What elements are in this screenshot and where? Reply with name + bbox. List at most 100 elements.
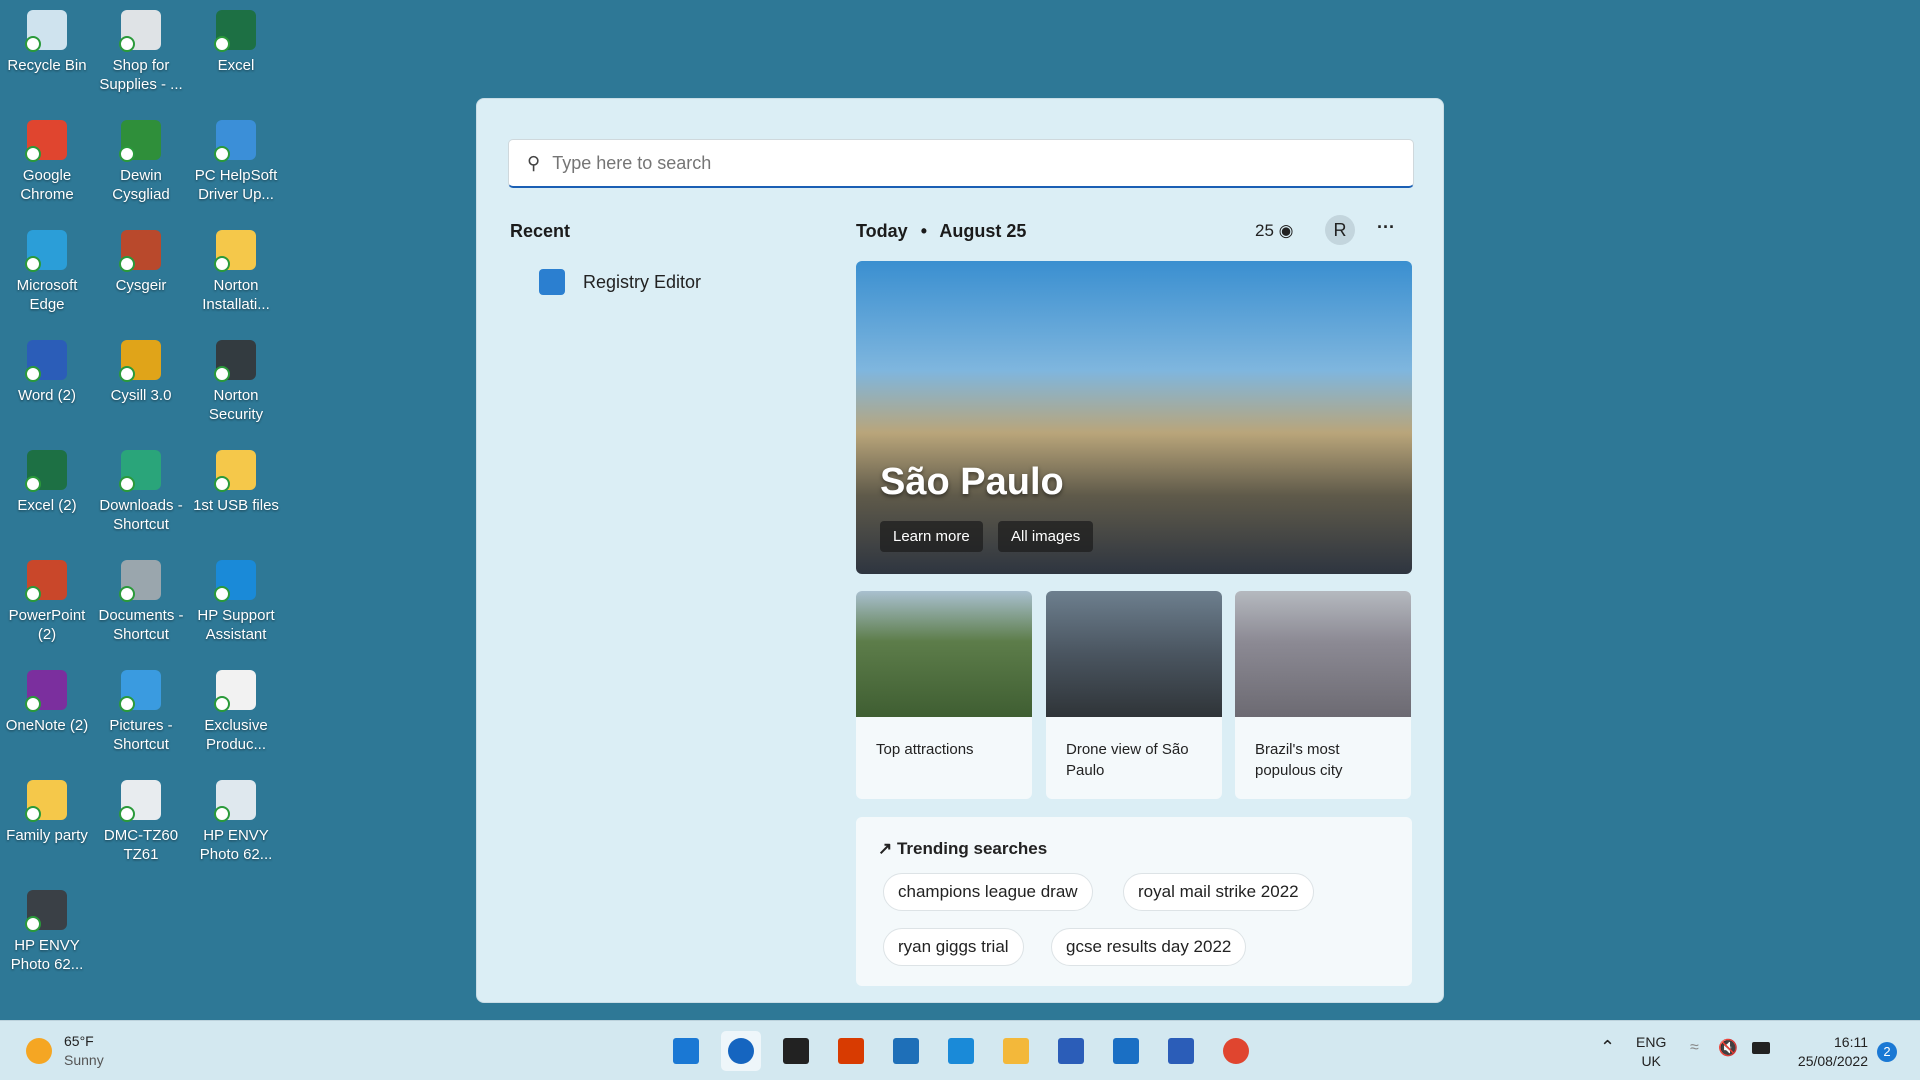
medal-icon: ◉ — [1278, 221, 1294, 240]
desktop-icon[interactable]: Cysgeir — [94, 230, 188, 295]
trending-chip[interactable]: royal mail strike 2022 — [1123, 873, 1314, 911]
app-icon — [119, 450, 161, 492]
recent-item-label: Registry Editor — [583, 271, 702, 292]
desktop-icon[interactable]: Excel — [189, 10, 283, 75]
desktop-icon[interactable]: Norton Installati... — [189, 230, 283, 314]
desktop-icon[interactable]: DMC-TZ60 TZ61 — [94, 780, 188, 864]
sync-check-icon — [25, 806, 41, 822]
weather-widget[interactable]: 65°F Sunny — [26, 1032, 104, 1070]
desktop-icon[interactable]: Google Chrome — [0, 120, 94, 204]
taskbar-search-button[interactable] — [721, 1031, 761, 1071]
desktop-icon[interactable]: Family party — [0, 780, 94, 845]
hero-image-card[interactable]: São Paulo Learn more All images — [856, 261, 1412, 574]
search-box[interactable]: ⚲ — [508, 139, 1414, 188]
desktop-icon-label: Norton Security — [208, 387, 264, 423]
office-icon — [838, 1038, 864, 1064]
language-indicator[interactable]: ENG UK — [1636, 1033, 1666, 1071]
taskbar-file-explorer-button[interactable] — [996, 1031, 1036, 1071]
tile-image — [856, 591, 1032, 717]
clock[interactable]: 16:11 25/08/2022 — [1784, 1033, 1868, 1071]
app-icon — [25, 450, 67, 492]
all-images-button[interactable]: All images — [998, 521, 1094, 552]
desktop-icon-label: Cysill 3.0 — [110, 387, 172, 404]
desktop-icon[interactable]: Exclusive Produc... — [189, 670, 283, 754]
desktop-icon[interactable]: HP ENVY Photo 62... — [0, 890, 94, 974]
today-header: Today • August 25 — [856, 221, 1026, 242]
date: 25/08/2022 — [1797, 1053, 1868, 1069]
desktop-icon-label: Exclusive Produc... — [204, 717, 268, 753]
taskbar-mail-button[interactable] — [1106, 1031, 1146, 1071]
sync-check-icon — [119, 366, 135, 382]
tile-image — [1235, 591, 1411, 717]
app-icon — [119, 560, 161, 602]
today-label: Today — [856, 221, 908, 241]
registry-editor-icon — [539, 269, 565, 295]
desktop-icon[interactable]: HP ENVY Photo 62... — [189, 780, 283, 864]
desktop-icon[interactable]: Excel (2) — [0, 450, 94, 515]
sync-check-icon — [214, 256, 230, 272]
show-hidden-icons-button[interactable]: ⌃ — [1600, 1037, 1615, 1058]
tile-top-attractions[interactable]: Top attractions — [856, 591, 1032, 799]
taskbar-word-button[interactable] — [1161, 1031, 1201, 1071]
desktop-icon[interactable]: Word (2) — [0, 340, 94, 405]
desktop-icon-label: Pictures - Shortcut — [109, 717, 173, 753]
app-icon — [214, 10, 256, 52]
desktop-icon[interactable]: Shop for Supplies - ... — [94, 10, 188, 94]
search-icon — [728, 1038, 754, 1064]
app-icon — [25, 230, 67, 272]
desktop-icon[interactable]: Pictures - Shortcut — [94, 670, 188, 754]
app-icon — [214, 780, 256, 822]
taskbar-remote-desktop-button[interactable] — [886, 1031, 926, 1071]
task-view-icon — [783, 1038, 809, 1064]
sync-check-icon — [214, 36, 230, 52]
desktop-icon[interactable]: Norton Security — [189, 340, 283, 424]
desktop-icon[interactable]: PC HelpSoft Driver Up... — [189, 120, 283, 204]
desktop-icon[interactable]: Documents - Shortcut — [94, 560, 188, 644]
desktop-icon[interactable]: Microsoft Edge — [0, 230, 94, 314]
volume-muted-icon[interactable]: 🔇 — [1718, 1038, 1738, 1058]
taskbar-office-button[interactable] — [831, 1031, 871, 1071]
desktop-icon[interactable]: PowerPoint (2) — [0, 560, 94, 644]
desktop-icon[interactable]: Dewin Cysgliad — [94, 120, 188, 204]
hero-title: São Paulo — [880, 461, 1064, 503]
sync-check-icon — [25, 146, 41, 162]
word-icon — [1168, 1038, 1194, 1064]
wifi-icon[interactable]: ≈ — [1690, 1039, 1699, 1057]
notification-badge[interactable]: 2 — [1877, 1042, 1897, 1062]
tile-drone-view[interactable]: Drone view of São Paulo — [1046, 591, 1222, 799]
desktop-icon[interactable]: Cysill 3.0 — [94, 340, 188, 405]
desktop-icon-label: Downloads - Shortcut — [99, 497, 183, 533]
sync-check-icon — [214, 696, 230, 712]
sync-check-icon — [119, 36, 135, 52]
desktop-icon[interactable]: HP Support Assistant — [189, 560, 283, 644]
avatar[interactable]: R — [1325, 215, 1355, 245]
battery-charging-icon[interactable] — [1752, 1042, 1770, 1054]
sync-check-icon — [25, 256, 41, 272]
desktop-icon-label: DMC-TZ60 TZ61 — [103, 827, 179, 863]
trending-chip[interactable]: ryan giggs trial — [883, 928, 1024, 966]
taskbar-task-view-button[interactable] — [776, 1031, 816, 1071]
learn-more-button[interactable]: Learn more — [880, 521, 983, 552]
desktop-icon[interactable]: 1st USB files — [189, 450, 283, 515]
desktop-icon[interactable]: Downloads - Shortcut — [94, 450, 188, 534]
search-input[interactable] — [552, 152, 1353, 174]
tile-populous-city[interactable]: Brazil's most populous city — [1235, 591, 1411, 799]
taskbar-start-button[interactable] — [666, 1031, 706, 1071]
desktop-icon[interactable]: OneNote (2) — [0, 670, 94, 735]
taskbar-chrome-button[interactable] — [1216, 1031, 1256, 1071]
l-app-icon — [948, 1038, 974, 1064]
sync-check-icon — [119, 476, 135, 492]
rewards-points[interactable]: 25 ◉ — [1255, 221, 1294, 241]
taskbar-l-app-button[interactable] — [941, 1031, 981, 1071]
desktop-icon-label: OneNote (2) — [5, 717, 89, 734]
separator: • — [920, 221, 927, 241]
desktop-icon[interactable]: Recycle Bin — [0, 10, 94, 75]
tile-label: Brazil's most populous city — [1255, 741, 1343, 779]
search-icon: ⚲ — [527, 152, 541, 173]
taskbar-store-button[interactable] — [1051, 1031, 1091, 1071]
sync-check-icon — [214, 476, 230, 492]
recent-item-registry-editor[interactable]: Registry Editor — [539, 269, 701, 295]
trending-chip[interactable]: champions league draw — [883, 873, 1093, 911]
more-options-button[interactable]: ··· — [1377, 217, 1395, 238]
trending-chip[interactable]: gcse results day 2022 — [1051, 928, 1247, 966]
